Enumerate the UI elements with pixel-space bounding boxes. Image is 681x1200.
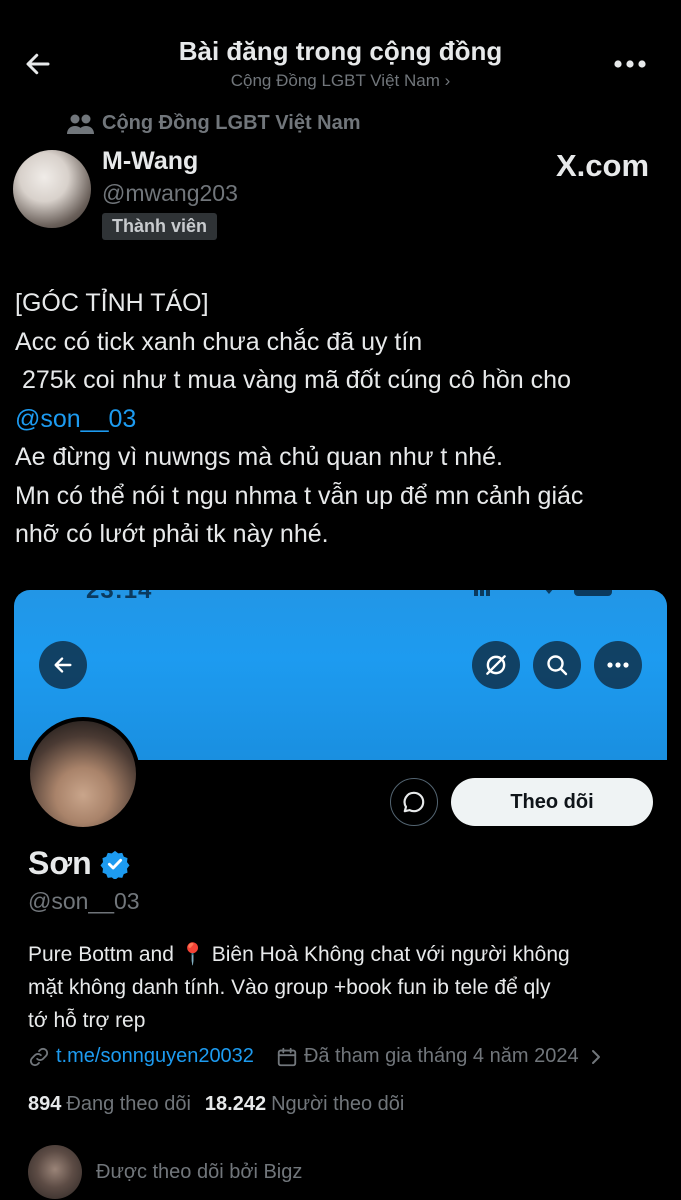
status-bar-icons xyxy=(474,590,612,596)
followed-by-text: Được theo dõi bởi Bigz xyxy=(96,1160,303,1183)
profile-more-button[interactable] xyxy=(594,641,642,689)
more-options-button[interactable] xyxy=(608,50,652,78)
post-line: Acc có tick xanh chưa chắc đã uy tín xyxy=(15,327,423,356)
follower-avatar xyxy=(28,1145,82,1199)
post-line: nhỡ có lướt phải tk này nhé. xyxy=(15,520,329,548)
profile-meta: t.me/sonnguyen20032 Đã tham gia tháng 4 … xyxy=(28,1045,603,1068)
status-time: 23:14 xyxy=(86,590,153,604)
arrow-left-icon xyxy=(54,657,72,673)
page-title: Bài đăng trong cộng đồng xyxy=(178,36,503,66)
profile-avatar[interactable] xyxy=(26,717,140,831)
link-icon xyxy=(29,1047,49,1066)
post-line: [GÓC TỈNH TÁO] xyxy=(15,289,209,317)
verified-badge-icon xyxy=(100,850,130,879)
post-line: 275k coi như t mua vàng mã đốt cúng cô h… xyxy=(15,366,571,394)
post-text: [GÓC TỈNH TÁO] Acc có tick xanh chưa chắ… xyxy=(15,284,670,554)
more-horizontal-icon xyxy=(614,60,646,68)
post-line: Ae đừng vì nuwngs mà chủ quan như t nhé. xyxy=(15,443,503,471)
joined-text: Đã tham gia tháng 4 năm 2024 xyxy=(303,1045,579,1067)
joined-date: Đã tham gia tháng 4 năm 2024 xyxy=(276,1045,579,1068)
profile-handle: @son__03 xyxy=(28,888,140,914)
chevron-right-icon[interactable] xyxy=(589,1048,603,1066)
grok-button[interactable] xyxy=(472,641,520,689)
grok-icon xyxy=(486,655,506,675)
calendar-icon xyxy=(277,1047,297,1066)
search-icon xyxy=(547,655,568,676)
mention-link[interactable]: @son__03 xyxy=(15,405,136,433)
followers-stat[interactable]: 18.242 Người theo dõi xyxy=(205,1093,404,1116)
member-badge: Thành viên xyxy=(102,213,218,240)
bio-line: tớ hỗ trợ rep xyxy=(28,1009,146,1032)
profile-name: Sơn xyxy=(28,845,92,881)
author-handle: @mwang203 xyxy=(102,180,238,206)
community-name: Cộng Đồng LGBT Việt Nam xyxy=(102,112,361,134)
profile-back-button[interactable] xyxy=(39,641,87,689)
message-button[interactable] xyxy=(390,778,438,826)
following-count: 894 xyxy=(28,1093,62,1115)
xcom-watermark: X.com xyxy=(556,148,650,183)
profile-stats: 894 Đang theo dõi 18.242 Người theo dõi xyxy=(28,1093,404,1116)
author-name[interactable]: M-Wang xyxy=(102,147,198,176)
followers-label: Người theo dõi xyxy=(271,1093,405,1115)
following-label: Đang theo dõi xyxy=(66,1093,191,1115)
followers-count: 18.242 xyxy=(204,1093,267,1115)
author-avatar[interactable] xyxy=(13,150,91,228)
following-stat[interactable]: 894 Đang theo dõi xyxy=(28,1093,191,1116)
chat-bubble-icon xyxy=(403,791,425,813)
profile-search-button[interactable] xyxy=(533,641,581,689)
community-context[interactable]: Cộng Đồng LGBT Việt Nam xyxy=(66,112,361,135)
community-link[interactable]: Cộng Đồng LGBT Việt Nam › xyxy=(0,71,681,91)
followed-by-row[interactable]: Được theo dõi bởi Bigz xyxy=(28,1145,302,1199)
profile-bio: Pure Bottm and 📍 Biên Hoà Không chat với… xyxy=(28,938,653,1037)
post-line: Mn có thể nói t ngu nhma t vẫn up để mn … xyxy=(15,481,584,510)
more-horizontal-icon xyxy=(607,662,629,668)
bio-line: Pure Bottm and 📍 Biên Hoà Không chat với… xyxy=(28,943,570,966)
profile-website-link[interactable]: t.me/sonnguyen20032 xyxy=(56,1045,254,1068)
embedded-screenshot[interactable]: 23:14 Theo dõi Sơn @son__03 Pure Bottm a… xyxy=(14,590,667,1200)
people-icon xyxy=(67,114,94,134)
profile-name-row: Sơn xyxy=(28,845,130,882)
bio-line: mặt không danh tính. Vào group +book fun… xyxy=(28,976,551,999)
follow-button[interactable]: Theo dõi xyxy=(451,778,653,826)
